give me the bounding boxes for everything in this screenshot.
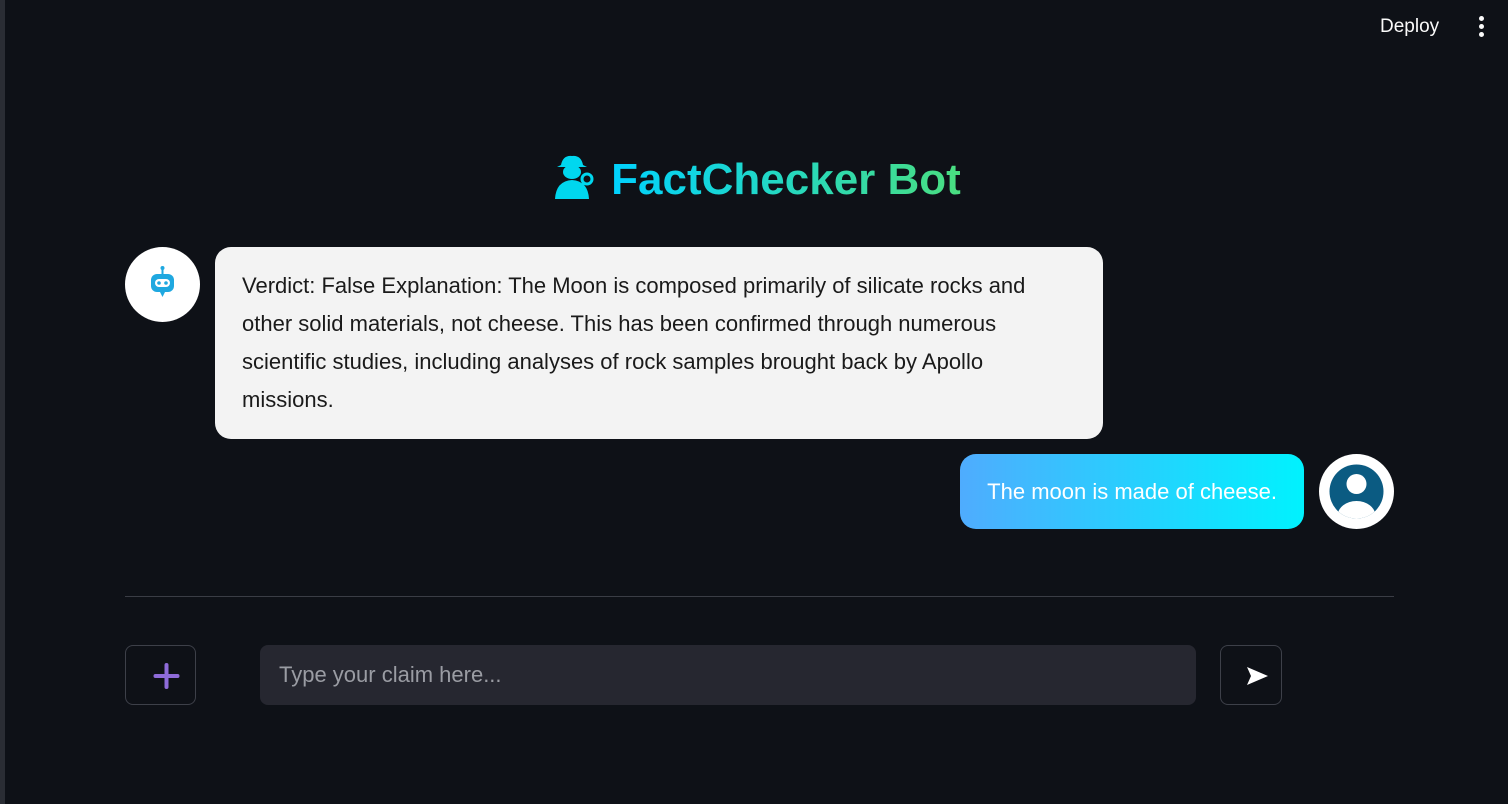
user-icon	[1319, 454, 1394, 529]
add-button[interactable]	[125, 645, 196, 705]
send-button[interactable]	[1220, 645, 1282, 705]
detective-icon	[547, 151, 597, 201]
page-title-text: FactChecker Bot	[611, 155, 961, 205]
page-title: FactChecker Bot	[0, 148, 1508, 210]
bot-avatar	[125, 247, 200, 322]
kebab-menu-icon[interactable]	[1470, 14, 1492, 40]
divider	[125, 596, 1394, 597]
assistant-message: Verdict: False Explanation: The Moon is …	[215, 247, 1103, 439]
claim-input[interactable]	[260, 645, 1196, 705]
plus-icon	[132, 647, 189, 705]
send-arrow-icon	[1227, 647, 1275, 705]
user-avatar	[1319, 454, 1394, 529]
user-message: The moon is made of cheese.	[960, 454, 1304, 529]
deploy-button[interactable]: Deploy	[1370, 12, 1449, 42]
robot-icon	[125, 247, 200, 322]
sidebar-edge	[0, 0, 5, 804]
